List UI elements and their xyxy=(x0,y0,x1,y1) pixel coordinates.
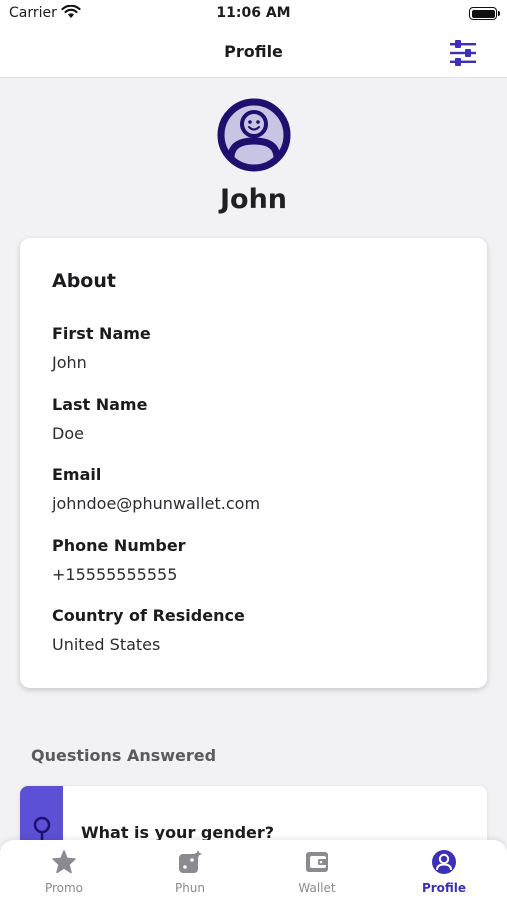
tab-phun-label: Phun xyxy=(174,881,206,895)
tab-bar: Promo Phun Wallet Profile xyxy=(0,840,507,900)
email-value: johndoe@phunwallet.com xyxy=(52,494,261,513)
status-time: 11:06 AM xyxy=(216,5,291,21)
sliders-icon[interactable] xyxy=(449,40,477,66)
wallet-icon xyxy=(306,852,328,872)
about-title: About xyxy=(52,270,116,292)
star-icon xyxy=(52,850,76,874)
questions-section-title: Questions Answered xyxy=(31,746,217,765)
status-bar: Carrier 11:06 AM xyxy=(0,0,507,28)
country-label: Country of Residence xyxy=(52,606,245,625)
last-name-label: Last Name xyxy=(52,395,148,414)
tab-wallet[interactable]: Wallet xyxy=(254,840,380,900)
page-title: Profile xyxy=(224,42,283,61)
first-name-value: John xyxy=(52,353,87,372)
country-value: United States xyxy=(52,635,161,654)
last-name-value: Doe xyxy=(52,424,84,443)
user-circle-icon xyxy=(217,98,291,172)
email-label: Email xyxy=(52,465,102,484)
dice-icon xyxy=(179,850,202,873)
profile-name: John xyxy=(219,184,288,215)
about-card: About First Name John Last Name Doe Emai… xyxy=(20,238,487,688)
profile-icon xyxy=(432,850,456,874)
tab-promo[interactable]: Promo xyxy=(1,840,127,900)
first-name-label: First Name xyxy=(52,324,151,343)
phone-label: Phone Number xyxy=(52,536,186,555)
phone-value: +15555555555 xyxy=(52,565,178,584)
tab-promo-label: Promo xyxy=(44,881,84,895)
tab-profile-label: Profile xyxy=(421,881,467,895)
tab-wallet-label: Wallet xyxy=(298,881,336,895)
battery-icon xyxy=(469,7,500,20)
tab-phun[interactable]: Phun xyxy=(127,840,253,900)
tab-profile[interactable]: Profile xyxy=(381,840,507,900)
nav-bar: Profile xyxy=(0,28,507,78)
